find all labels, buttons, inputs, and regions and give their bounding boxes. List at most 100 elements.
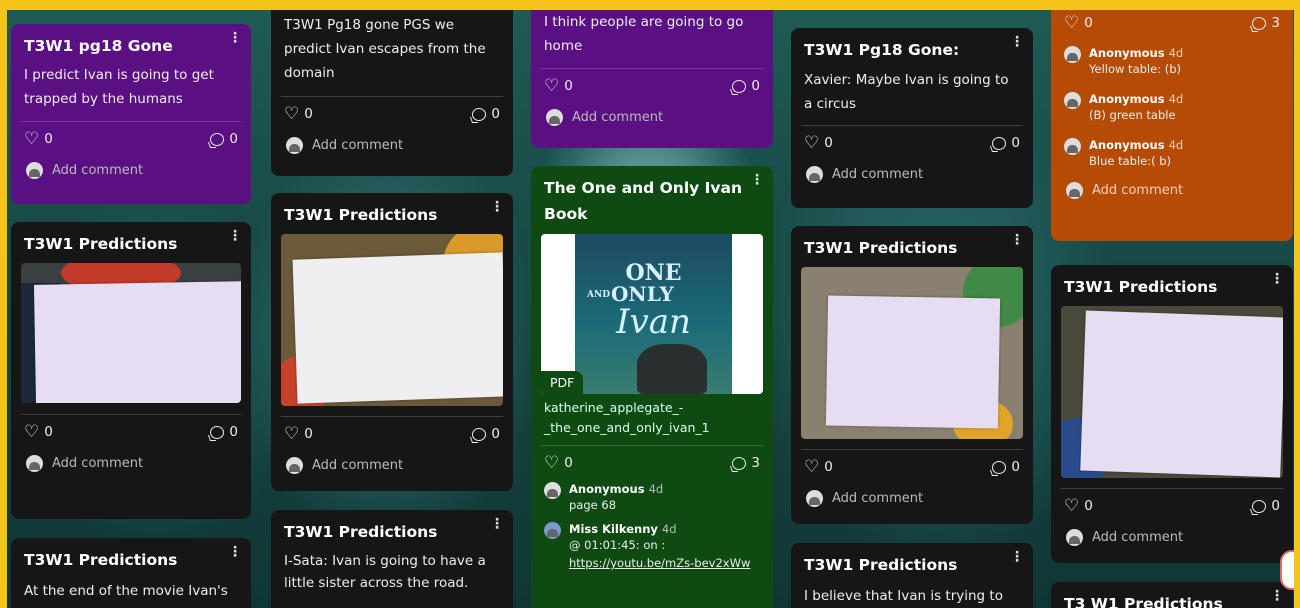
post-stats: ♡ 0 0 (791, 450, 1033, 484)
kebab-menu-icon[interactable]: ⋮ (228, 228, 242, 244)
comment-text: Yellow table: (b) (1089, 62, 1181, 76)
kebab-menu-icon[interactable]: ⋮ (490, 199, 504, 215)
comment-author: Anonymous (1089, 92, 1165, 106)
comment-item: Miss Kilkenny 4d @ 01:01:45: on : https:/… (531, 522, 773, 572)
post-body: I believe that Ivan is trying to (804, 588, 1003, 604)
like-button[interactable]: ♡ 0 (544, 454, 573, 472)
heart-icon: ♡ (1064, 12, 1080, 33)
kebab-menu-icon[interactable]: ⋮ (1270, 271, 1284, 287)
comment-count-button[interactable]: 0 (472, 426, 500, 442)
add-comment-button[interactable]: Add comment (11, 449, 251, 477)
post-title: T3W1 Predictions (284, 523, 438, 541)
like-button[interactable]: ♡ 0 (1064, 12, 1093, 33)
post-card[interactable]: T3W1 Predictions ⋮ At the end of the mov… (11, 538, 251, 608)
comment-count-button[interactable]: 0 (210, 131, 238, 147)
comment-count-button[interactable]: 0 (992, 135, 1020, 151)
kebab-menu-icon[interactable]: ⋮ (1010, 232, 1024, 248)
post-card[interactable]: T3W1 Predictions ⋮ ♡ 0 0 Add comment (791, 226, 1033, 524)
comment-bubble-icon (1252, 16, 1267, 30)
comment-author: Anonymous (1089, 138, 1165, 152)
like-button[interactable]: ♡ 0 (804, 132, 833, 153)
post-card[interactable]: The One and Only Ivan Book ⋮ ONE AND ONL… (531, 166, 773, 608)
comment-count: 0 (491, 426, 500, 442)
kebab-menu-icon[interactable]: ⋮ (228, 544, 242, 560)
comment-count: 0 (229, 131, 238, 147)
add-comment-button[interactable]: Add comment (271, 451, 513, 479)
post-image[interactable] (281, 234, 503, 406)
heart-icon: ♡ (284, 103, 300, 124)
avatar-icon (286, 136, 303, 154)
post-card[interactable]: T3W1 Pg18 gone PGS we predict Ivan escap… (271, 10, 513, 176)
scroll-handle[interactable] (1280, 550, 1294, 590)
avatar-icon (1064, 138, 1081, 155)
comment-time: 4d (1168, 138, 1184, 152)
like-button[interactable]: ♡ 0 (284, 425, 313, 443)
comment-count-button[interactable]: 0 (472, 106, 500, 122)
post-image[interactable] (1061, 306, 1283, 478)
like-button[interactable]: ♡ 0 (544, 77, 573, 95)
heart-icon: ♡ (804, 132, 820, 153)
add-comment-label: Add comment (312, 137, 404, 153)
post-image[interactable] (801, 267, 1023, 439)
kebab-menu-icon[interactable]: ⋮ (750, 172, 764, 188)
post-card[interactable]: T3W1 Predictions ⋮ ♡ 0 0 Add comment (271, 193, 513, 491)
avatar-icon (544, 522, 561, 539)
kebab-menu-icon[interactable]: ⋮ (1010, 549, 1024, 565)
like-button[interactable]: ♡ 0 (804, 458, 833, 476)
comment-item: Anonymous 4d page 68 (531, 482, 773, 514)
avatar-icon (26, 454, 43, 472)
attachment-filename[interactable]: katherine_applegate_-_the_one_and_only_i… (531, 398, 773, 438)
post-stats: ♡ 0 3 (531, 446, 773, 480)
book-cover-preview[interactable]: ONE AND ONLY Ivan PDF (541, 234, 763, 394)
post-card[interactable]: T3W1 Pg18 Gone: ⋮ Xavier: Maybe Ivan is … (791, 28, 1033, 208)
heart-icon: ♡ (24, 128, 40, 149)
post-card[interactable]: T3W1 pg18 Gone ⋮ I predict Ivan is going… (11, 24, 251, 204)
post-stats: ♡ 0 0 (1051, 489, 1293, 523)
add-comment-button[interactable]: Add comment (11, 156, 251, 184)
post-stats: ♡ 0 0 (11, 122, 251, 156)
kebab-menu-icon[interactable]: ⋮ (1270, 588, 1284, 604)
post-stats: ♡ 0 0 (271, 417, 513, 451)
add-comment-button[interactable]: Add comment (271, 131, 513, 159)
add-comment-button[interactable]: Add comment (531, 103, 773, 131)
comment-author: Miss Kilkenny (569, 522, 658, 536)
post-card[interactable]: T3W1 Predictions ⋮ I believe that Ivan i… (791, 543, 1033, 608)
post-image[interactable] (21, 263, 241, 403)
post-card[interactable]: T3W1 Predictions ⋮ ♡ 0 0 Add comment (1051, 265, 1293, 563)
post-card[interactable]: I think people are going to go home ♡ 0 0… (531, 10, 773, 148)
post-title: The One and Only Ivan Book (544, 179, 743, 223)
post-card[interactable]: ♡ 0 3 Anonymous 4d Yellow table: (b) Anony… (1051, 10, 1293, 241)
like-button[interactable]: ♡ 0 (284, 103, 313, 124)
comment-bubble-icon (472, 427, 487, 441)
comment-count-button[interactable]: 0 (992, 459, 1020, 475)
add-comment-button[interactable]: Add comment (791, 484, 1033, 512)
like-button[interactable]: ♡ 0 (1064, 497, 1093, 515)
post-card[interactable]: T3W1 Predictions ⋮ ♡ 0 0 Add comment (11, 222, 251, 519)
add-comment-label: Add comment (312, 457, 404, 473)
comment-count: 0 (751, 78, 760, 94)
comment-link[interactable]: https://youtu.be/mZs-bev2xWw (569, 554, 750, 572)
post-card[interactable]: T3W1 Predictions ⋮ I-Sata: Ivan is going… (271, 510, 513, 608)
post-card[interactable]: T3 W1 Predictions ⋮ (1051, 582, 1293, 608)
post-body: I-Sata: Ivan is going to have a little s… (284, 553, 486, 591)
kebab-menu-icon[interactable]: ⋮ (490, 516, 504, 532)
add-comment-button[interactable]: Add comment (1051, 176, 1293, 204)
comment-count-button[interactable]: 0 (732, 78, 760, 94)
add-comment-button[interactable]: Add comment (791, 160, 1033, 188)
like-count: 0 (304, 106, 313, 122)
comment-bubble-icon (472, 107, 487, 121)
add-comment-button[interactable]: Add comment (1051, 523, 1293, 551)
like-button[interactable]: ♡ 0 (24, 423, 53, 441)
like-button[interactable]: ♡ 0 (24, 128, 53, 149)
add-comment-label: Add comment (832, 166, 924, 182)
comment-bubble-icon (1252, 499, 1267, 513)
comment-count-button[interactable]: 0 (210, 424, 238, 440)
gorilla-illustration (637, 344, 707, 394)
kebab-menu-icon[interactable]: ⋮ (1010, 34, 1024, 50)
comment-item: Anonymous 4d Yellow table: (b) (1051, 46, 1293, 78)
comment-count-button[interactable]: 0 (1252, 498, 1280, 514)
comment-count-button[interactable]: 3 (732, 455, 760, 471)
comment-count-button[interactable]: 3 (1252, 15, 1280, 31)
kebab-menu-icon[interactable]: ⋮ (228, 30, 242, 46)
comment-time: 4d (648, 482, 664, 496)
